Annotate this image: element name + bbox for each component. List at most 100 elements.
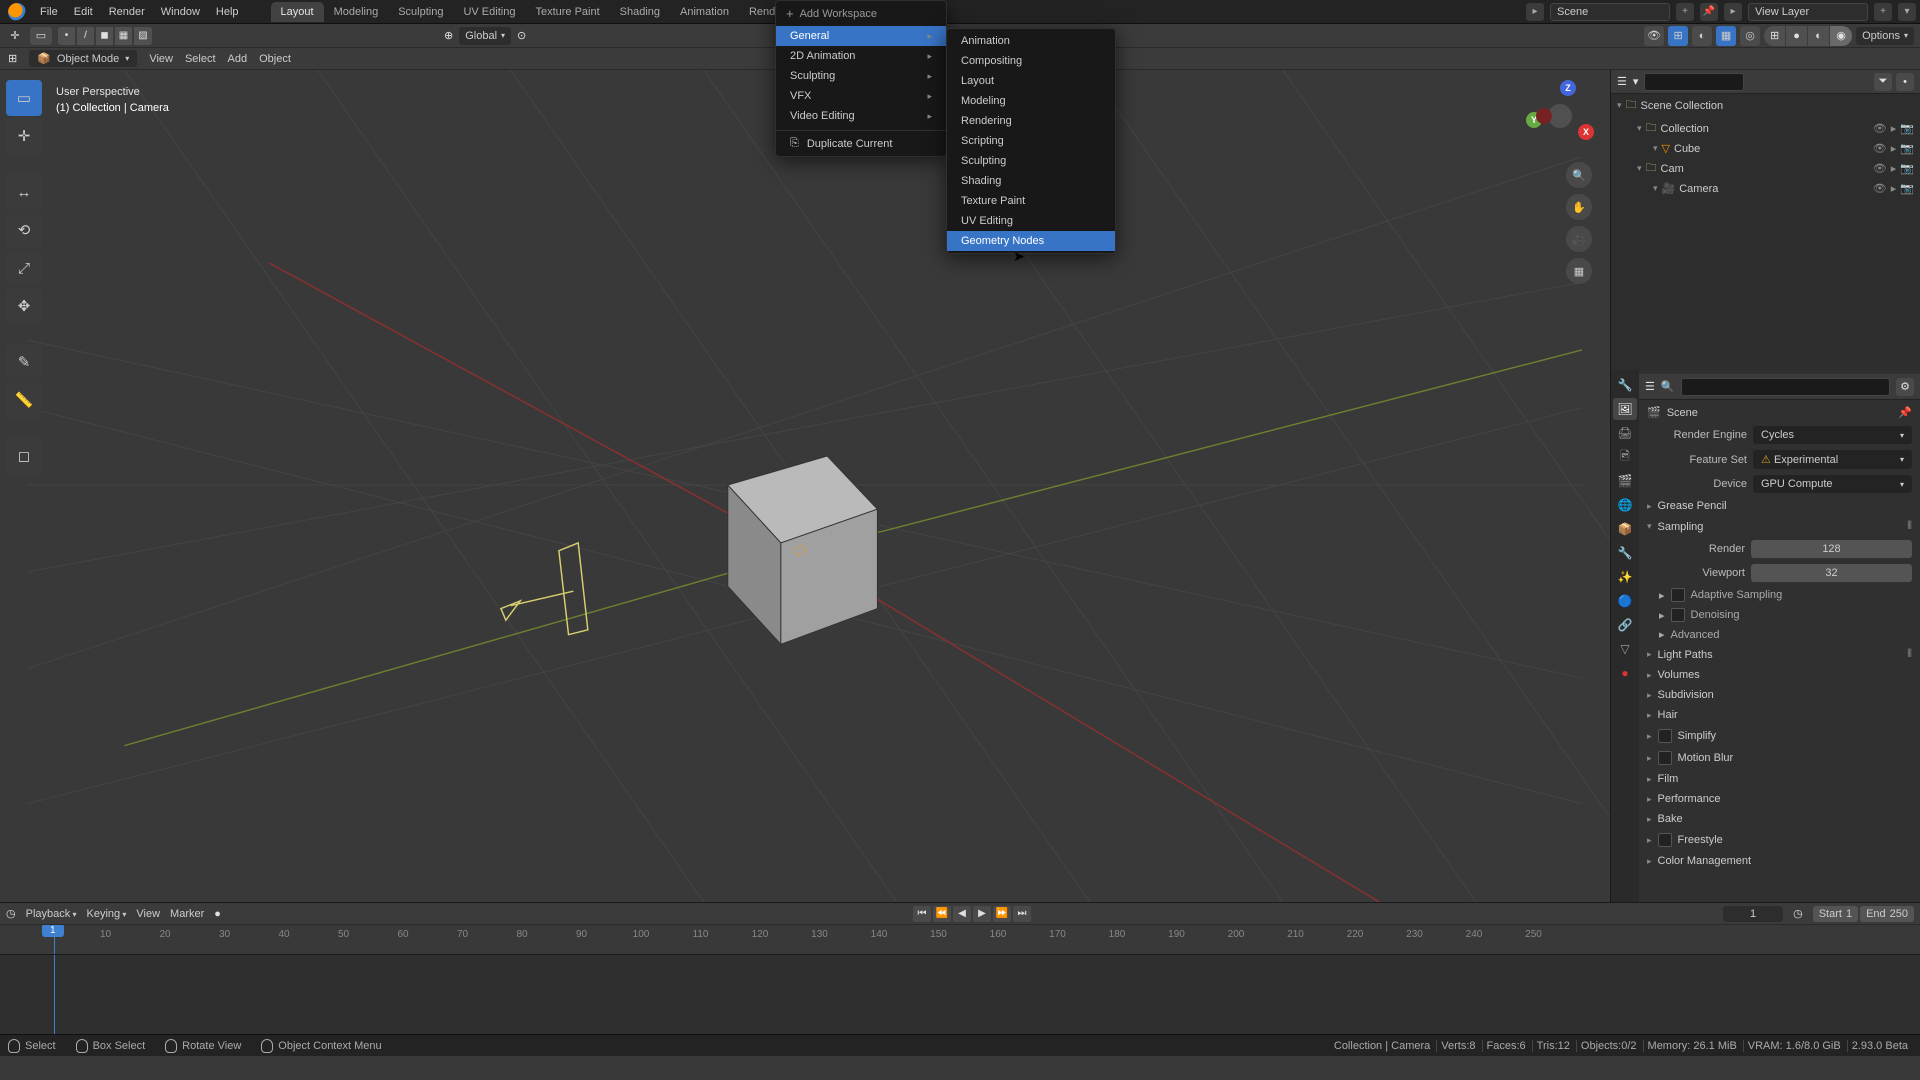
properties-options-icon[interactable]: ⚙ [1896,378,1914,396]
dopesheet-track[interactable] [0,954,1920,1034]
section-film[interactable]: ▸Film [1639,769,1920,789]
scene-browse-icon[interactable]: ▸ [1526,3,1544,21]
material-tab-icon[interactable]: ● [1613,662,1637,684]
timeline-ruler[interactable]: 0102030405060708090100110120130140150160… [0,925,1920,954]
constraints-tab-icon[interactable]: 🔗 [1613,614,1637,636]
workspace-tab-shading[interactable]: Shading [610,2,670,22]
workspace-submenu[interactable]: AnimationCompositingLayoutModelingRender… [946,28,1116,254]
ws-template-layout[interactable]: Layout [947,71,1115,91]
snap-volume-icon[interactable]: ▦ [115,27,133,45]
measure-tool[interactable]: 📏 [6,382,42,418]
ws-template-texture-paint[interactable]: Texture Paint [947,191,1115,211]
ws-template-rendering[interactable]: Rendering [947,111,1115,131]
viewport-menu-view[interactable]: View [149,53,173,65]
rendered-shading-icon[interactable]: ◉ [1830,26,1852,46]
feature-set-dropdown[interactable]: ⚠ Experimental▾ [1753,450,1912,469]
scene-tab-icon[interactable]: 🎬 [1613,470,1637,492]
render-engine-dropdown[interactable]: Cycles▾ [1753,426,1912,444]
pan-icon[interactable]: ✋ [1566,194,1592,220]
camera-object[interactable] [501,543,588,635]
filter-icon[interactable]: ⏷ [1874,73,1892,91]
section-performance[interactable]: ▸Performance [1639,789,1920,809]
keyframe-prev-icon[interactable]: ⏪ [933,906,951,922]
editor-type-icon[interactable]: ⊞ [8,52,17,65]
menu-render[interactable]: Render [101,3,153,21]
world-tab-icon[interactable]: 🌐 [1613,494,1637,516]
section-motion-blur[interactable]: ▸Motion Blur [1639,747,1920,769]
section-hair[interactable]: ▸Hair [1639,705,1920,725]
interaction-mode-dropdown[interactable]: 📦 Object Mode ▾ [29,50,137,67]
properties-type-icon[interactable]: ☰ [1645,380,1655,393]
disable-icon[interactable]: ▸ [1891,162,1897,175]
menu-file[interactable]: File [32,3,66,21]
eye-icon[interactable]: 👁 [1873,162,1887,175]
pin-icon[interactable]: 📌 [1898,406,1912,419]
eye-icon[interactable]: 👁 [1873,142,1887,155]
viewlayer-browse-icon[interactable]: ▸ [1724,3,1742,21]
section-sampling[interactable]: ▾Sampling⦀ [1639,516,1920,537]
pin-icon[interactable]: 📌 [1700,3,1718,21]
ws-category-2d-animation[interactable]: 2D Animation▸ [776,46,946,66]
toggle-gizmo-icon[interactable]: 👁 [1644,26,1664,46]
scale-tool[interactable]: ⤢ [6,250,42,286]
timeline-menu-keying[interactable]: Keying ▾ [87,908,127,920]
new-collection-icon[interactable]: • [1896,73,1914,91]
modifier-tab-icon[interactable]: 🔧 [1613,542,1637,564]
solid-shading-icon[interactable]: ● [1786,26,1808,46]
cursor-tool-icon[interactable]: ✛ [6,27,24,45]
ws-template-geometry-nodes[interactable]: Geometry Nodes [947,231,1115,251]
workspace-tab-sculpting[interactable]: Sculpting [388,2,453,22]
current-frame-field[interactable]: 1 [1723,906,1783,922]
playhead[interactable] [54,925,55,954]
ws-category-general[interactable]: General▸ [776,26,946,46]
timeline-menu-playback[interactable]: Playback ▾ [26,908,77,920]
pivot-icon[interactable]: ⊙ [517,29,526,42]
scene-new-icon[interactable]: + [1676,3,1694,21]
eye-icon[interactable]: 👁 [1873,122,1887,135]
viewport-menu-select[interactable]: Select [185,53,216,65]
play-icon[interactable]: ▶ [973,906,991,922]
viewlayer-name-input[interactable] [1748,3,1868,21]
disable-icon[interactable]: ▸ [1891,182,1897,195]
play-reverse-icon[interactable]: ◀ [953,906,971,922]
ws-category-vfx[interactable]: VFX▸ [776,86,946,106]
workspace-tab-layout[interactable]: Layout [271,2,324,22]
timeline-menu-view[interactable]: View [136,908,160,920]
cube-mesh[interactable] [728,456,878,644]
snap-element-group[interactable]: • / ◼ ▦ ▨ [58,27,152,45]
section-color-management[interactable]: ▸Color Management [1639,851,1920,871]
timeline-type-icon[interactable]: ◷ [6,907,16,920]
zoom-icon[interactable]: 🔍 [1566,162,1592,188]
render-icon[interactable]: 📷 [1900,142,1914,155]
ws-category-video-editing[interactable]: Video Editing▸ [776,106,946,126]
outliner-item-collection[interactable]: ▾🗀Collection👁▸📷 [1611,117,1920,140]
ws-template-scripting[interactable]: Scripting [947,131,1115,151]
object-tab-icon[interactable]: 📦 [1613,518,1637,540]
render-field[interactable]: 128 [1751,540,1912,558]
ws-template-sculpting[interactable]: Sculpting [947,151,1115,171]
viewport-menu-add[interactable]: Add [228,53,248,65]
workspace-tab-animation[interactable]: Animation [670,2,739,22]
output-tab-icon[interactable]: 🖨 [1613,422,1637,444]
physics-tab-icon[interactable]: 🔵 [1613,590,1637,612]
display-mode-icon[interactable]: ▾ [1633,75,1639,88]
tool-tab-icon[interactable]: 🔧 [1613,374,1637,396]
ws-template-modeling[interactable]: Modeling [947,91,1115,111]
subsection-denoising[interactable]: ▸Denoising [1639,605,1920,625]
x-axis-icon[interactable]: X [1578,124,1594,140]
workspace-tab-uv-editing[interactable]: UV Editing [453,2,525,22]
ws-template-uv-editing[interactable]: UV Editing [947,211,1115,231]
section-subdivision[interactable]: ▸Subdivision [1639,685,1920,705]
outliner-type-icon[interactable]: ☰ [1617,75,1627,88]
data-tab-icon[interactable]: ▽ [1613,638,1637,660]
z-axis-icon[interactable]: Z [1560,80,1576,96]
add-primitive-tool[interactable]: ◻ [6,438,42,474]
render-icon[interactable]: 📷 [1900,162,1914,175]
ws-template-shading[interactable]: Shading [947,171,1115,191]
section-volumes[interactable]: ▸Volumes [1639,665,1920,685]
3d-viewport[interactable]: ▭ ✛ ↔ ⟲ ⤢ ✥ ✎ 📏 ◻ User Perspective (1) C… [0,70,1610,902]
menu-window[interactable]: Window [153,3,208,21]
options-dropdown[interactable]: Options▾ [1856,27,1914,45]
scene-name-input[interactable] [1550,3,1670,21]
select-box-tool[interactable]: ▭ [6,80,42,116]
